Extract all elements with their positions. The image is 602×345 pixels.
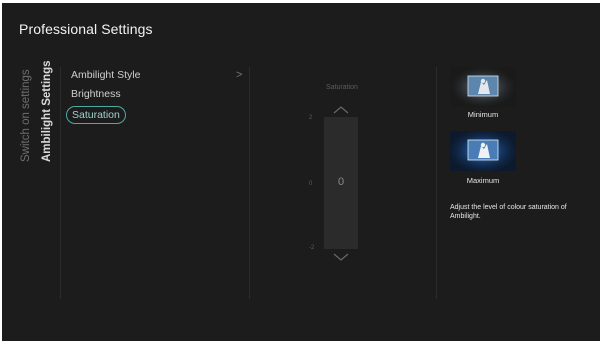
- menu-item-saturation[interactable]: Saturation: [66, 106, 126, 124]
- tv-screen: Professional Settings Switch on settings…: [2, 3, 600, 341]
- maximum-label: Maximum: [466, 176, 500, 185]
- slider-title: Saturation: [326, 84, 358, 91]
- minimum-preview-image: [450, 67, 516, 107]
- description-text: Adjust the level of colour saturation of…: [450, 204, 567, 220]
- menu-item-brightness[interactable]: Brightness: [71, 88, 121, 100]
- chevron-up-icon[interactable]: [333, 106, 349, 114]
- divider: [249, 67, 250, 299]
- divider: [60, 67, 61, 299]
- slider-value: 0: [337, 176, 345, 188]
- minimum-label: Minimum: [467, 110, 499, 119]
- tab-ambilight-settings[interactable]: Ambilight Settings: [40, 60, 54, 162]
- page-title: Professional Settings: [19, 21, 153, 37]
- divider: [436, 67, 437, 299]
- tick-label-max: 2: [309, 115, 313, 121]
- chevron-right-icon: >: [236, 69, 243, 81]
- menu-item-ambilight-style[interactable]: Ambilight Style: [71, 69, 140, 81]
- chevron-down-icon[interactable]: [333, 253, 349, 261]
- tick-label-zero: 0: [309, 181, 313, 187]
- maximum-preview-image: [450, 131, 516, 171]
- tab-switch-on-settings[interactable]: Switch on settings: [19, 69, 33, 162]
- tick-label-min: -2: [309, 245, 315, 251]
